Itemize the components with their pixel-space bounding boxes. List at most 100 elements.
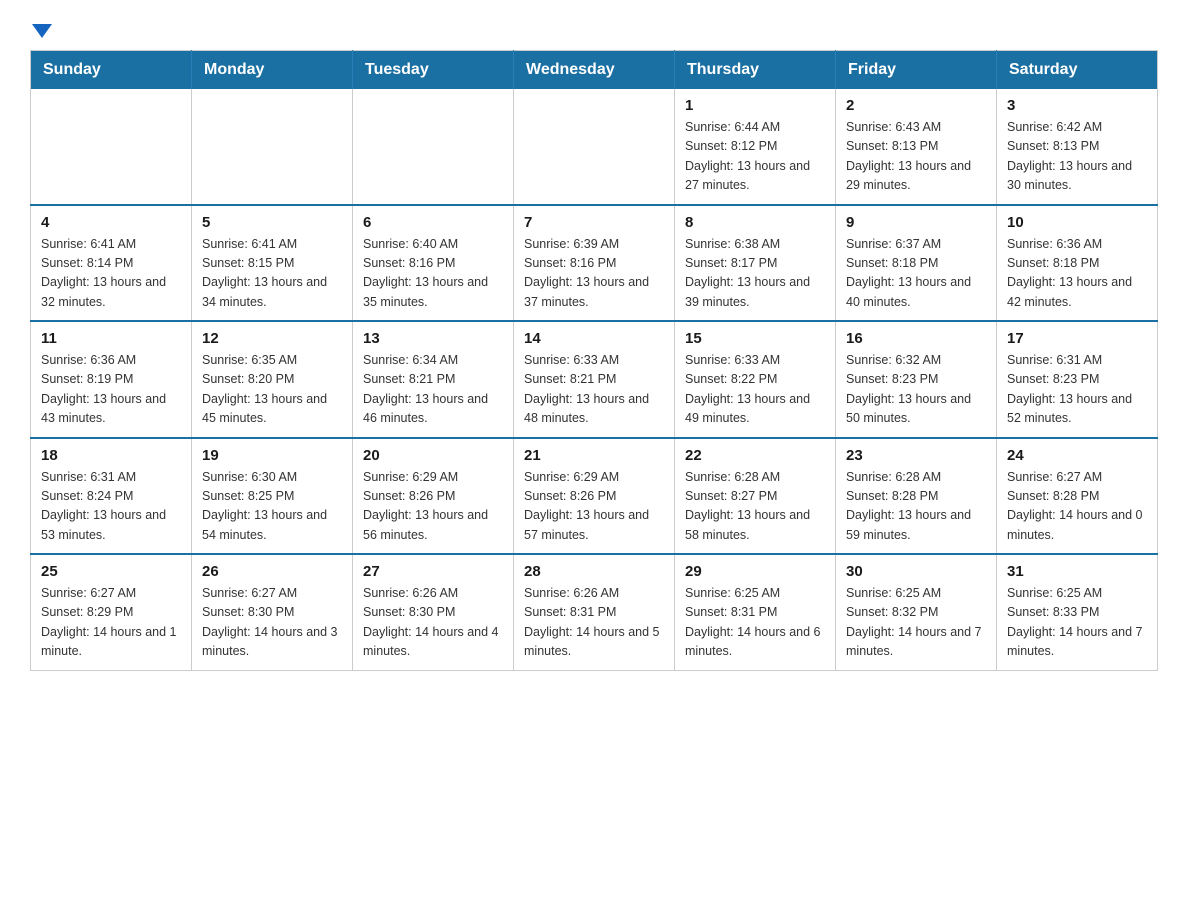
calendar-cell: 15 Sunrise: 6:33 AM Sunset: 8:22 PM Dayli…	[675, 321, 836, 438]
calendar-cell: 30Sunrise: 6:25 AM Sunset: 8:32 PM Dayli…	[836, 554, 997, 670]
day-info: Sunrise: 6:31 AM Sunset: 8:23 PM Dayligh…	[1007, 351, 1147, 429]
day-number: 4	[41, 214, 181, 231]
day-number: 27	[363, 563, 503, 580]
day-info: Sunrise: 6:36 AM Sunset: 8:18 PM Dayligh…	[1007, 235, 1147, 313]
day-info: Sunrise: 6:37 AM Sunset: 8:18 PM Dayligh…	[846, 235, 986, 313]
weekday-header-tuesday: Tuesday	[353, 51, 514, 90]
calendar-cell: 22Sunrise: 6:28 AM Sunset: 8:27 PM Dayli…	[675, 438, 836, 555]
day-number: 25	[41, 563, 181, 580]
calendar-week-2: 4Sunrise: 6:41 AM Sunset: 8:14 PM Daylig…	[31, 205, 1158, 322]
day-number: 14	[524, 330, 664, 347]
day-number: 26	[202, 563, 342, 580]
calendar-cell: 23 Sunrise: 6:28 AM Sunset: 8:28 PM Dayli…	[836, 438, 997, 555]
day-info: Sunrise: 6:28 AM Sunset: 8:28 PM Dayligh…	[846, 468, 986, 546]
day-info: Sunrise: 6:27 AM Sunset: 8:30 PM Dayligh…	[202, 584, 342, 662]
calendar-cell: 17 Sunrise: 6:31 AM Sunset: 8:23 PM Dayli…	[997, 321, 1158, 438]
weekday-header-thursday: Thursday	[675, 51, 836, 90]
calendar-cell: 4Sunrise: 6:41 AM Sunset: 8:14 PM Daylig…	[31, 205, 192, 322]
logo-arrow-icon	[32, 24, 52, 38]
day-number: 6	[363, 214, 503, 231]
day-info: Sunrise: 6:25 AM Sunset: 8:31 PM Dayligh…	[685, 584, 825, 662]
calendar-cell: 7 Sunrise: 6:39 AM Sunset: 8:16 PM Daylig…	[514, 205, 675, 322]
day-number: 31	[1007, 563, 1147, 580]
day-number: 24	[1007, 447, 1147, 464]
weekday-header-row: SundayMondayTuesdayWednesdayThursdayFrid…	[31, 51, 1158, 90]
calendar-cell: 21Sunrise: 6:29 AM Sunset: 8:26 PM Dayli…	[514, 438, 675, 555]
day-number: 23	[846, 447, 986, 464]
day-info: Sunrise: 6:39 AM Sunset: 8:16 PM Dayligh…	[524, 235, 664, 313]
day-number: 11	[41, 330, 181, 347]
day-number: 17	[1007, 330, 1147, 347]
calendar-cell: 12Sunrise: 6:35 AM Sunset: 8:20 PM Dayli…	[192, 321, 353, 438]
calendar-cell: 10 Sunrise: 6:36 AM Sunset: 8:18 PM Dayli…	[997, 205, 1158, 322]
day-number: 22	[685, 447, 825, 464]
calendar-cell	[31, 89, 192, 205]
day-number: 3	[1007, 97, 1147, 114]
calendar-week-4: 18 Sunrise: 6:31 AM Sunset: 8:24 PM Dayli…	[31, 438, 1158, 555]
day-info: Sunrise: 6:35 AM Sunset: 8:20 PM Dayligh…	[202, 351, 342, 429]
calendar-header: SundayMondayTuesdayWednesdayThursdayFrid…	[31, 51, 1158, 90]
calendar-cell: 27 Sunrise: 6:26 AM Sunset: 8:30 PM Dayli…	[353, 554, 514, 670]
calendar-cell: 11 Sunrise: 6:36 AM Sunset: 8:19 PM Dayli…	[31, 321, 192, 438]
weekday-header-monday: Monday	[192, 51, 353, 90]
calendar-cell	[514, 89, 675, 205]
calendar-table: SundayMondayTuesdayWednesdayThursdayFrid…	[30, 50, 1158, 671]
day-number: 1	[685, 97, 825, 114]
day-info: Sunrise: 6:33 AM Sunset: 8:21 PM Dayligh…	[524, 351, 664, 429]
calendar-body: 1 Sunrise: 6:44 AM Sunset: 8:12 PM Daylig…	[31, 89, 1158, 670]
calendar-cell: 14 Sunrise: 6:33 AM Sunset: 8:21 PM Dayli…	[514, 321, 675, 438]
day-info: Sunrise: 6:43 AM Sunset: 8:13 PM Dayligh…	[846, 118, 986, 196]
day-info: Sunrise: 6:42 AM Sunset: 8:13 PM Dayligh…	[1007, 118, 1147, 196]
day-info: Sunrise: 6:44 AM Sunset: 8:12 PM Dayligh…	[685, 118, 825, 196]
day-info: Sunrise: 6:25 AM Sunset: 8:32 PM Dayligh…	[846, 584, 986, 662]
weekday-header-sunday: Sunday	[31, 51, 192, 90]
day-number: 10	[1007, 214, 1147, 231]
day-info: Sunrise: 6:31 AM Sunset: 8:24 PM Dayligh…	[41, 468, 181, 546]
day-info: Sunrise: 6:32 AM Sunset: 8:23 PM Dayligh…	[846, 351, 986, 429]
day-info: Sunrise: 6:33 AM Sunset: 8:22 PM Dayligh…	[685, 351, 825, 429]
day-number: 15	[685, 330, 825, 347]
day-info: Sunrise: 6:26 AM Sunset: 8:31 PM Dayligh…	[524, 584, 664, 662]
calendar-cell: 29 Sunrise: 6:25 AM Sunset: 8:31 PM Dayli…	[675, 554, 836, 670]
calendar-cell: 25 Sunrise: 6:27 AM Sunset: 8:29 PM Dayli…	[31, 554, 192, 670]
day-number: 2	[846, 97, 986, 114]
day-number: 13	[363, 330, 503, 347]
day-info: Sunrise: 6:40 AM Sunset: 8:16 PM Dayligh…	[363, 235, 503, 313]
day-info: Sunrise: 6:34 AM Sunset: 8:21 PM Dayligh…	[363, 351, 503, 429]
page-header	[30, 20, 1158, 34]
weekday-header-wednesday: Wednesday	[514, 51, 675, 90]
day-info: Sunrise: 6:27 AM Sunset: 8:28 PM Dayligh…	[1007, 468, 1147, 546]
weekday-header-friday: Friday	[836, 51, 997, 90]
day-number: 9	[846, 214, 986, 231]
day-info: Sunrise: 6:25 AM Sunset: 8:33 PM Dayligh…	[1007, 584, 1147, 662]
day-number: 29	[685, 563, 825, 580]
day-number: 21	[524, 447, 664, 464]
calendar-cell: 28 Sunrise: 6:26 AM Sunset: 8:31 PM Dayli…	[514, 554, 675, 670]
calendar-cell: 31 Sunrise: 6:25 AM Sunset: 8:33 PM Dayli…	[997, 554, 1158, 670]
day-number: 18	[41, 447, 181, 464]
day-number: 28	[524, 563, 664, 580]
calendar-cell: 3 Sunrise: 6:42 AM Sunset: 8:13 PM Daylig…	[997, 89, 1158, 205]
calendar-cell	[192, 89, 353, 205]
calendar-week-3: 11 Sunrise: 6:36 AM Sunset: 8:19 PM Dayli…	[31, 321, 1158, 438]
day-info: Sunrise: 6:30 AM Sunset: 8:25 PM Dayligh…	[202, 468, 342, 546]
logo	[30, 20, 52, 34]
day-number: 8	[685, 214, 825, 231]
calendar-cell: 20Sunrise: 6:29 AM Sunset: 8:26 PM Dayli…	[353, 438, 514, 555]
day-info: Sunrise: 6:27 AM Sunset: 8:29 PM Dayligh…	[41, 584, 181, 662]
calendar-cell: 8Sunrise: 6:38 AM Sunset: 8:17 PM Daylig…	[675, 205, 836, 322]
day-info: Sunrise: 6:26 AM Sunset: 8:30 PM Dayligh…	[363, 584, 503, 662]
calendar-cell	[353, 89, 514, 205]
calendar-cell: 19Sunrise: 6:30 AM Sunset: 8:25 PM Dayli…	[192, 438, 353, 555]
weekday-header-saturday: Saturday	[997, 51, 1158, 90]
calendar-cell: 18 Sunrise: 6:31 AM Sunset: 8:24 PM Dayli…	[31, 438, 192, 555]
calendar-cell: 6 Sunrise: 6:40 AM Sunset: 8:16 PM Daylig…	[353, 205, 514, 322]
day-number: 5	[202, 214, 342, 231]
calendar-week-5: 25 Sunrise: 6:27 AM Sunset: 8:29 PM Dayli…	[31, 554, 1158, 670]
day-info: Sunrise: 6:36 AM Sunset: 8:19 PM Dayligh…	[41, 351, 181, 429]
calendar-cell: 13 Sunrise: 6:34 AM Sunset: 8:21 PM Dayli…	[353, 321, 514, 438]
calendar-cell: 26 Sunrise: 6:27 AM Sunset: 8:30 PM Dayli…	[192, 554, 353, 670]
calendar-cell: 1 Sunrise: 6:44 AM Sunset: 8:12 PM Daylig…	[675, 89, 836, 205]
calendar-cell: 24 Sunrise: 6:27 AM Sunset: 8:28 PM Dayli…	[997, 438, 1158, 555]
day-number: 7	[524, 214, 664, 231]
